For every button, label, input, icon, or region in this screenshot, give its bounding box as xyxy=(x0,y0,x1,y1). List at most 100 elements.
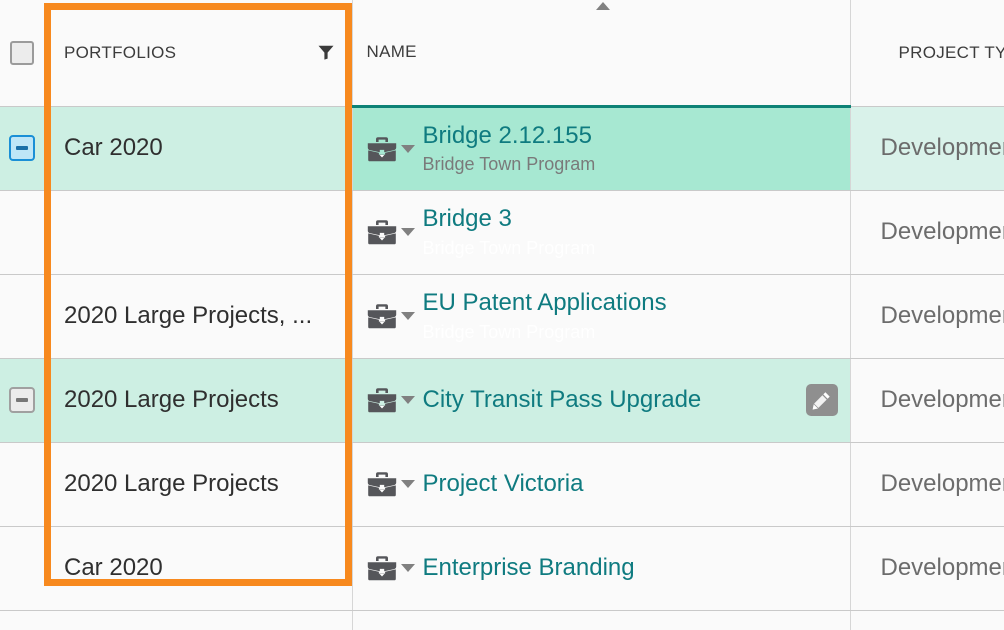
project-type-cell[interactable]: Development xyxy=(849,358,1004,443)
project-type-cell[interactable]: Development xyxy=(849,442,1004,527)
header-project-type[interactable]: PROJECT TYPE xyxy=(849,0,1004,107)
portfolio-value: Car 2020 xyxy=(64,134,163,161)
portfolio-cell[interactable]: Car 2020 xyxy=(44,106,352,191)
row-expander-cell xyxy=(0,526,44,611)
portfolio-value: Car 2020 xyxy=(64,554,163,581)
project-type-cell[interactable]: Consulting xyxy=(849,610,1004,630)
project-name-link[interactable]: Bridge 3 xyxy=(423,205,596,233)
row-expander-wrap xyxy=(0,135,44,161)
briefcase-icon[interactable] xyxy=(367,387,397,413)
header-name-label: NAME xyxy=(366,42,417,62)
name-cell[interactable]: Enterprise Branding xyxy=(351,526,850,611)
name-text-block: City Transit Pass Upgrade xyxy=(423,386,702,414)
name-cell-inner: Project Victoria xyxy=(353,470,850,498)
name-cell[interactable]: Bridge 3 Bridge Town Program xyxy=(351,190,850,275)
header-project-type-inner: PROJECT TYPE xyxy=(851,43,1004,63)
select-all-wrap xyxy=(0,40,44,65)
chevron-down-icon[interactable] xyxy=(400,396,415,404)
pencil-icon xyxy=(812,391,831,410)
edit-row-button[interactable] xyxy=(805,384,838,416)
table-row[interactable]: 2020 Large Projects Project Victoria Devel… xyxy=(0,442,1004,527)
project-name-link[interactable]: Bridge 2.12.155 xyxy=(423,122,596,150)
briefcase-icon[interactable] xyxy=(367,219,397,245)
row-expander-wrap xyxy=(0,555,44,581)
row-expander-cell xyxy=(0,190,44,275)
project-type-value: Development xyxy=(880,218,1004,245)
minus-icon xyxy=(16,398,28,402)
chevron-down-icon[interactable] xyxy=(400,312,415,320)
name-cell-inner: EU Patent Applications Bridge Town Progra… xyxy=(353,289,850,342)
table-row[interactable]: Car 2020 Enterprise Branding Development xyxy=(0,526,1004,611)
table-row[interactable]: 2020 Large Projects City Transit Pass Upg… xyxy=(0,358,1004,443)
project-name-link[interactable]: City Transit Pass Upgrade xyxy=(423,386,702,414)
chevron-down-icon[interactable] xyxy=(400,144,415,153)
checkbox-icon[interactable] xyxy=(10,40,34,65)
name-cell[interactable]: Bridge 2.12.155 Bridge Town Program xyxy=(351,104,850,191)
table-body: Car 2020 Bridge 2.12.155 Bridge Town Progr… xyxy=(0,104,1004,630)
project-name-link[interactable]: EU Patent Applications xyxy=(423,289,667,317)
collapse-row-button[interactable] xyxy=(9,135,35,161)
minus-icon xyxy=(16,146,28,150)
header-portfolios[interactable]: PORTFOLIOS xyxy=(44,0,352,107)
name-text-block: Bridge 2.12.155 Bridge Town Program xyxy=(423,122,596,175)
name-cell-inner: Bridge 2.12.155 Bridge Town Program xyxy=(353,122,850,175)
table-row[interactable]: 2020 Large Projects, ... EU Patent Applic… xyxy=(0,274,1004,359)
row-expander-wrap xyxy=(0,219,44,245)
name-cell[interactable]: Project Victoria xyxy=(351,442,850,527)
briefcase-icon[interactable] xyxy=(367,136,397,162)
portfolio-cell[interactable]: 2020 Large Projects xyxy=(44,442,352,527)
portfolio-cell[interactable] xyxy=(44,190,352,275)
chevron-down-icon[interactable] xyxy=(400,564,415,572)
project-name-link[interactable]: Enterprise Branding xyxy=(423,554,635,582)
project-name-link[interactable]: Project Victoria xyxy=(423,470,584,498)
chevron-down-icon[interactable] xyxy=(400,480,415,488)
row-expander-cell xyxy=(0,610,44,630)
project-type-cell[interactable]: Development xyxy=(849,106,1004,191)
header-select-all[interactable] xyxy=(0,0,44,107)
row-expander-cell xyxy=(0,358,44,443)
portfolio-cell[interactable]: 2020 Large Projects, ... xyxy=(44,274,352,359)
header-name-inner: NAME xyxy=(353,42,850,62)
portfolio-value: 2020 Large Projects, ... xyxy=(64,302,313,329)
row-expander-cell xyxy=(0,442,44,527)
briefcase-icon[interactable] xyxy=(367,555,397,581)
portfolio-value: 2020 Large Projects xyxy=(64,470,279,497)
name-cell[interactable]: Free Road Enclave xyxy=(351,610,850,630)
chevron-down-icon[interactable] xyxy=(400,228,415,236)
filter-funnel-icon[interactable] xyxy=(318,45,334,60)
briefcase-icon[interactable] xyxy=(367,303,397,329)
project-type-value: Development xyxy=(880,386,1004,413)
sort-ascending-caret-icon[interactable] xyxy=(596,2,610,10)
row-expander-wrap xyxy=(0,303,44,329)
portfolio-cell[interactable]: 2020 Large Projects xyxy=(44,610,352,630)
header-name[interactable]: NAME xyxy=(351,0,850,107)
name-cell-inner: Enterprise Branding xyxy=(353,554,850,582)
name-text-block: Enterprise Branding xyxy=(423,554,635,582)
table-header: PORTFOLIOS NAME PROJECT TY xyxy=(0,0,1004,107)
name-cell[interactable]: EU Patent Applications Bridge Town Progra… xyxy=(351,274,850,359)
header-portfolios-inner: PORTFOLIOS xyxy=(44,43,352,63)
project-program-subtitle: Bridge Town Program xyxy=(422,321,596,342)
name-text-block: Bridge 3 Bridge Town Program xyxy=(423,205,596,258)
table-row[interactable]: Car 2020 Bridge 2.12.155 Bridge Town Progr… xyxy=(0,104,1004,191)
project-grid: PORTFOLIOS NAME PROJECT TY Car 2020 Brid… xyxy=(0,0,1004,630)
row-expander-wrap xyxy=(0,387,44,413)
project-type-cell[interactable]: Development xyxy=(849,190,1004,275)
project-type-value: Development xyxy=(880,470,1004,497)
portfolio-cell[interactable]: 2020 Large Projects xyxy=(44,358,352,443)
row-expander-wrap xyxy=(0,471,44,497)
header-portfolios-label: PORTFOLIOS xyxy=(64,42,177,62)
name-text-block: EU Patent Applications Bridge Town Progra… xyxy=(423,289,667,342)
project-type-cell[interactable]: Development xyxy=(849,274,1004,359)
collapse-row-button[interactable] xyxy=(9,387,35,413)
row-expander-cell xyxy=(0,274,44,359)
briefcase-icon[interactable] xyxy=(367,471,397,497)
table-row[interactable]: Bridge 3 Bridge Town Program Development xyxy=(0,190,1004,275)
name-cell-inner: Bridge 3 Bridge Town Program xyxy=(353,205,850,258)
table-row[interactable]: 2020 Large ProjectsFree Road EnclaveCons… xyxy=(0,610,1004,630)
project-type-cell[interactable]: Development xyxy=(849,526,1004,611)
portfolio-cell[interactable]: Car 2020 xyxy=(44,526,352,611)
project-program-subtitle: Bridge Town Program xyxy=(422,237,596,258)
name-cell[interactable]: City Transit Pass Upgrade xyxy=(351,358,850,443)
header-project-type-label: PROJECT TYPE xyxy=(898,42,1004,62)
